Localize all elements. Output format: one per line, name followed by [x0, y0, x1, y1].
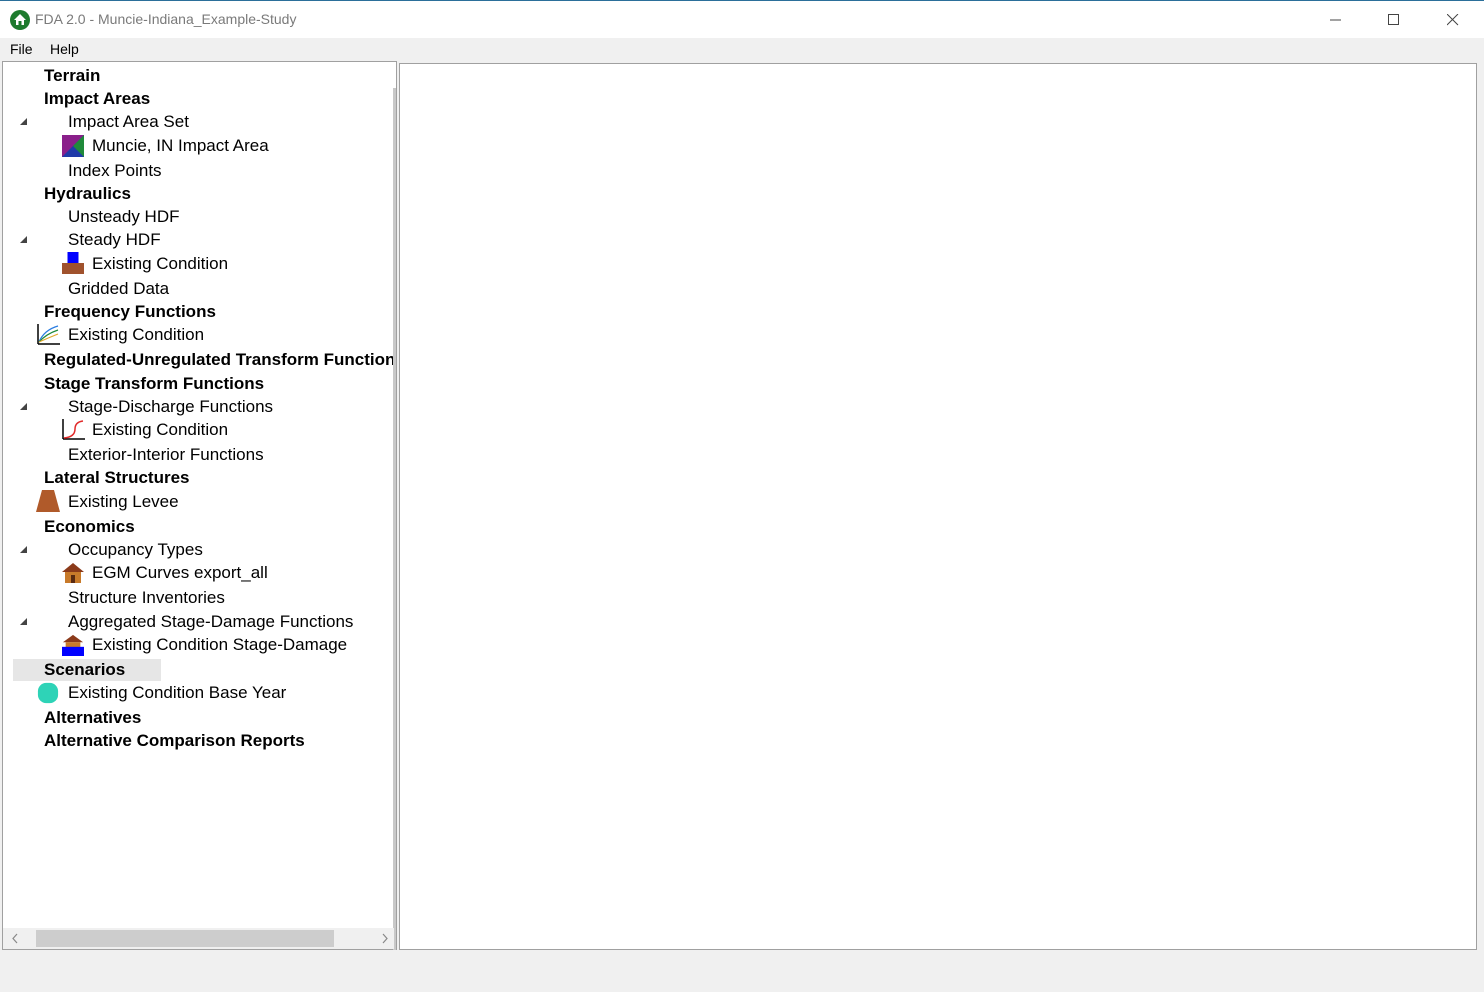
minimize-button[interactable] — [1307, 1, 1365, 39]
tree-scenarios[interactable]: Scenarios — [44, 659, 125, 681]
frequency-curve-icon — [37, 324, 60, 345]
tree-unsteady-hdf[interactable]: Unsteady HDF — [68, 206, 179, 228]
maximize-icon — [1388, 14, 1399, 25]
house-icon — [10, 10, 30, 30]
rating-curve-icon — [62, 419, 85, 440]
tree-egm-curves[interactable]: EGM Curves export_all — [92, 562, 268, 584]
tree-frequency-existing-condition[interactable]: Existing Condition — [68, 324, 204, 346]
menu-file[interactable]: File — [10, 41, 33, 57]
close-icon — [1447, 14, 1459, 26]
main-content-area — [399, 63, 1477, 950]
title-bar[interactable]: FDA 2.0 - Muncie-Indiana_Example-Study — [0, 0, 1484, 38]
tree-hydraulics[interactable]: Hydraulics — [44, 183, 131, 205]
stage-damage-icon — [62, 634, 84, 656]
tree-stage-discharge[interactable]: Stage-Discharge Functions — [68, 396, 273, 418]
tree-impact-areas[interactable]: Impact Areas — [44, 88, 150, 110]
tree-structure-inventories[interactable]: Structure Inventories — [68, 587, 225, 609]
tree-vertical-edge — [393, 88, 396, 950]
window-title: FDA 2.0 - Muncie-Indiana_Example-Study — [35, 11, 297, 27]
tree-steady-hdf[interactable]: Steady HDF — [68, 229, 161, 251]
expanded-triangle-icon[interactable] — [20, 236, 28, 244]
expanded-triangle-icon[interactable] — [20, 403, 28, 411]
tree-aggregated-stage-damage[interactable]: Aggregated Stage-Damage Functions — [68, 611, 353, 633]
tree-existing-base-year[interactable]: Existing Condition Base Year — [68, 682, 286, 704]
levee-icon — [36, 490, 60, 512]
tree-muncie-impact-area[interactable]: Muncie, IN Impact Area — [92, 135, 269, 157]
tree-reg-unreg-transform[interactable]: Regulated-Unregulated Transform Function… — [44, 349, 396, 371]
tree-alt-comparison[interactable]: Alternative Comparison Reports — [44, 730, 305, 752]
expanded-triangle-icon[interactable] — [20, 546, 28, 554]
tree-terrain[interactable]: Terrain — [44, 65, 100, 87]
tree-gridded-data[interactable]: Gridded Data — [68, 278, 169, 300]
tree-stage-discharge-existing[interactable]: Existing Condition — [92, 419, 228, 441]
tree-frequency-functions[interactable]: Frequency Functions — [44, 301, 216, 323]
scenario-icon — [37, 682, 59, 704]
hydraulics-icon — [62, 252, 84, 274]
close-button[interactable] — [1424, 1, 1482, 39]
tree-existing-levee[interactable]: Existing Levee — [68, 491, 179, 513]
tree-occupancy-types[interactable]: Occupancy Types — [68, 539, 203, 561]
expanded-triangle-icon[interactable] — [20, 618, 28, 626]
tree-steady-existing-condition[interactable]: Existing Condition — [92, 253, 228, 275]
tree-stage-transform[interactable]: Stage Transform Functions — [44, 373, 264, 395]
expanded-triangle-icon[interactable] — [20, 118, 28, 126]
tree-exterior-interior[interactable]: Exterior-Interior Functions — [68, 444, 264, 466]
tree-lateral-structures[interactable]: Lateral Structures — [44, 467, 190, 489]
scrollbar-thumb[interactable] — [36, 930, 334, 947]
impact-area-icon — [62, 135, 84, 157]
chevron-right-icon[interactable] — [379, 932, 391, 945]
tree-economics[interactable]: Economics — [44, 516, 135, 538]
tree-alternatives[interactable]: Alternatives — [44, 707, 141, 729]
menu-bar: File Help — [0, 38, 1484, 60]
house-icon — [62, 563, 84, 583]
maximize-button[interactable] — [1365, 1, 1423, 39]
tree-horizontal-scrollbar[interactable] — [3, 928, 394, 949]
tree-impact-area-set[interactable]: Impact Area Set — [68, 111, 189, 133]
tree-existing-stage-damage[interactable]: Existing Condition Stage-Damage — [92, 634, 347, 656]
minimize-icon — [1330, 19, 1341, 21]
status-bar — [0, 956, 1484, 992]
chevron-left-icon[interactable] — [9, 932, 21, 945]
menu-help[interactable]: Help — [50, 41, 79, 57]
study-tree[interactable]: Terrain Impact Areas Impact Area Set Mun… — [2, 61, 397, 950]
tree-index-points[interactable]: Index Points — [68, 160, 162, 182]
